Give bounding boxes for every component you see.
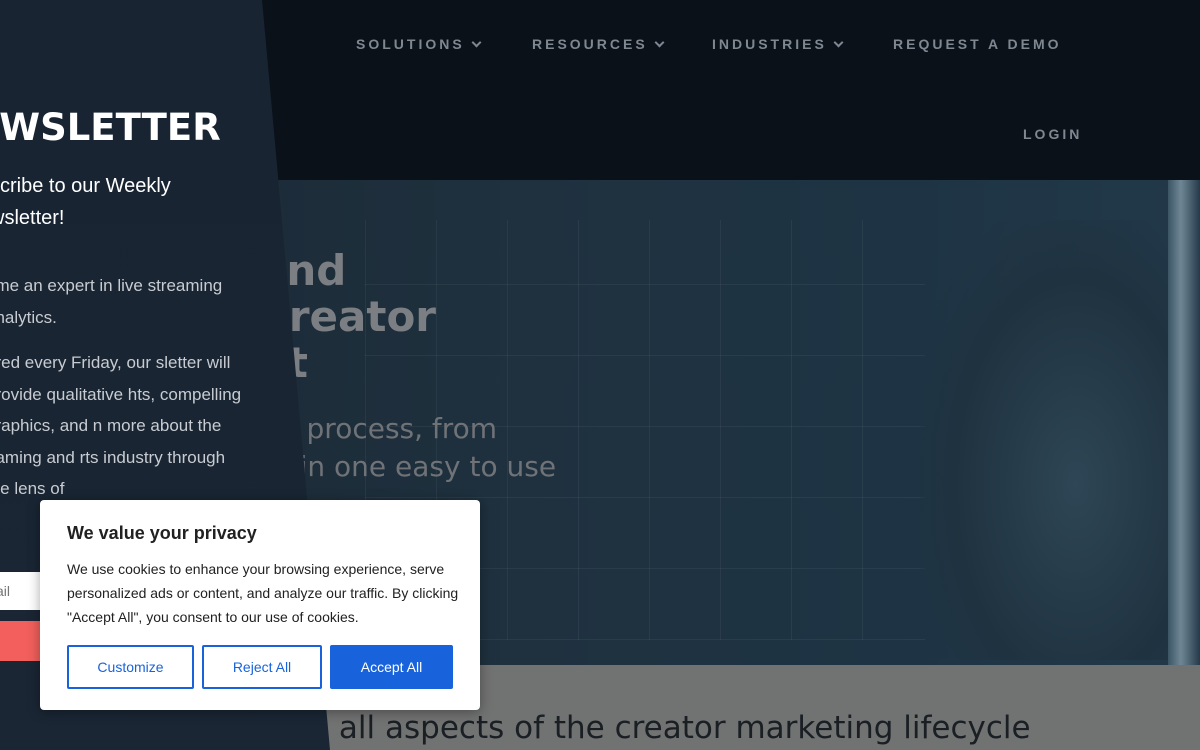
newsletter-title: EWSLETTER bbox=[0, 106, 221, 149]
hero-image bbox=[920, 220, 1180, 660]
chevron-down-icon bbox=[471, 37, 482, 48]
hero-title-line: nt bbox=[258, 340, 678, 386]
nav-label: SOLUTIONS bbox=[356, 36, 465, 52]
nav-item-resources[interactable]: RESOURCES bbox=[532, 36, 665, 52]
customize-button[interactable]: Customize bbox=[67, 645, 194, 689]
accept-all-button[interactable]: Accept All bbox=[330, 645, 453, 689]
nav-item-solutions[interactable]: SOLUTIONS bbox=[356, 36, 482, 52]
hero-subtitle-line: tor process, from bbox=[258, 412, 498, 445]
newsletter-subscribe-button[interactable] bbox=[0, 621, 40, 661]
nav-label: RESOURCES bbox=[532, 36, 648, 52]
hero-title: and Creator nt bbox=[258, 248, 678, 386]
hero-image-frame bbox=[1168, 180, 1200, 665]
newsletter-lead: scribe to our Weekly wsletter! bbox=[0, 175, 171, 229]
hero-subtitle: tor process, from all in one easy to use bbox=[258, 410, 658, 486]
newsletter-body: ered every Friday, our sletter will prov… bbox=[0, 353, 242, 498]
cookie-title: We value your privacy bbox=[67, 523, 257, 543]
cookie-description: We use cookies to enhance your browsing … bbox=[67, 561, 459, 625]
nav-item-industries[interactable]: INDUSTRIES bbox=[712, 36, 844, 52]
cookie-consent-dialog: We value your privacy We use cookies to … bbox=[40, 500, 480, 710]
newsletter-body: ome an expert in live streaming analytic… bbox=[0, 276, 223, 327]
reject-all-button[interactable]: Reject All bbox=[202, 645, 322, 689]
nav-item-request-demo[interactable]: REQUEST A DEMO bbox=[893, 36, 1062, 52]
hero-title-line: and bbox=[258, 246, 347, 295]
hero-subtitle-line: all in one easy to use bbox=[258, 450, 557, 483]
nav-label: INDUSTRIES bbox=[712, 36, 827, 52]
login-link[interactable]: LOGIN bbox=[1023, 126, 1082, 142]
lifecycle-heading: e all aspects of the creator marketing l… bbox=[310, 710, 1031, 746]
chevron-down-icon bbox=[833, 37, 844, 48]
chevron-down-icon bbox=[654, 37, 665, 48]
login-label: LOGIN bbox=[1023, 126, 1083, 142]
nav-label: REQUEST A DEMO bbox=[893, 36, 1062, 52]
hero-title-line: Creator bbox=[258, 292, 437, 341]
